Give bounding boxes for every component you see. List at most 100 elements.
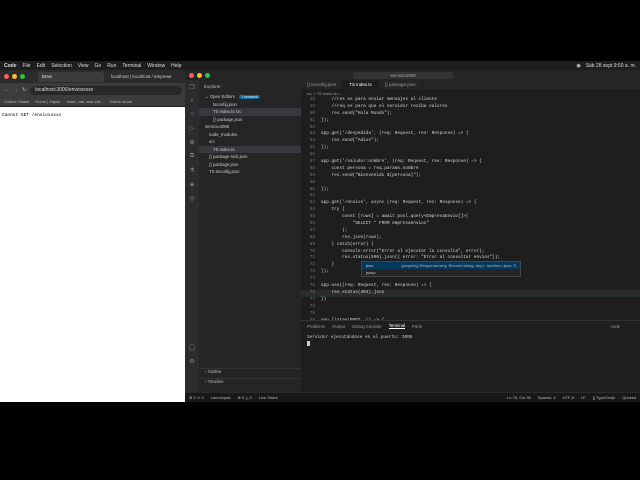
wifi-icon[interactable]: ◉ xyxy=(576,63,580,69)
code-line[interactable]: 77}) xyxy=(301,297,640,304)
code-line[interactable]: 74 xyxy=(301,276,640,283)
editor-tab-index[interactable]: TS index.ts xyxy=(343,80,379,89)
minimize-window-button[interactable] xyxy=(197,72,202,78)
menu-item-file[interactable]: File xyxy=(23,63,31,69)
editor-tab-package[interactable]: {} package.json xyxy=(379,80,423,89)
editor-tab-tsconfig[interactable]: {} tsconfig.json xyxy=(301,80,344,89)
menu-item-run[interactable]: Run xyxy=(107,63,116,69)
code-line[interactable]: 49 //req es para que el servidor reciba … xyxy=(301,104,640,111)
source-control-icon[interactable]: ⑂ xyxy=(190,112,194,118)
code-line[interactable]: 50 res.send("Hola Mundo"); xyxy=(301,111,640,118)
status-item[interactable]: Launchpad xyxy=(211,395,231,400)
code-line[interactable]: 67 ); xyxy=(301,228,640,235)
panel-tab-output[interactable]: Output xyxy=(332,324,345,329)
status-item[interactable]: ⊗ 0 △ 0 xyxy=(238,395,252,400)
suggestion-item[interactable]: json (property) Response<any, Record<str… xyxy=(362,262,520,269)
code-line[interactable]: 60 xyxy=(301,180,640,187)
code-line[interactable]: 57 app.get('/saludo/:nombre', (req: Reque… xyxy=(301,159,640,166)
docker-icon[interactable]: ◈ xyxy=(190,181,195,188)
status-item[interactable]: LF xyxy=(581,395,586,400)
tree-item[interactable]: tsconfig.json xyxy=(199,101,301,109)
code-line[interactable]: 56 xyxy=(301,152,640,159)
code-line[interactable]: 69 } catch(error) { xyxy=(301,242,640,249)
terminal-output[interactable]: Servidor ejecutándose en el puerto: 3000 xyxy=(301,331,640,350)
git-graph-icon[interactable]: ◎ xyxy=(189,195,194,202)
status-item[interactable]: Ln 76, Col 35 xyxy=(507,395,531,400)
breadcrumb[interactable]: src > TS index.ts > ... xyxy=(301,89,640,97)
code-line[interactable]: 48 //res es para enviar mensajes al clie… xyxy=(301,97,640,104)
menu-item-terminal[interactable]: Terminal xyxy=(122,63,141,69)
suggestion-item[interactable]: jsonp xyxy=(362,269,520,276)
zoom-window-button[interactable] xyxy=(205,72,210,78)
code-line[interactable]: 70 console.error("Error al ejecutar la c… xyxy=(301,249,640,256)
code-line[interactable]: 65 const [rows] = await pool.query<Empre… xyxy=(301,214,640,221)
status-item[interactable]: Spaces: 4 xyxy=(538,395,556,400)
status-item[interactable]: Live Share xyxy=(259,395,278,400)
minimize-window-button[interactable] xyxy=(12,74,17,79)
code-line[interactable]: 63 app.get('/envios', async (req: Request… xyxy=(301,200,640,207)
bookmark-item[interactable]: react, vue, and coll... xyxy=(67,99,104,104)
panel-tab-problems[interactable]: Problems xyxy=(307,324,325,329)
menu-item-window[interactable]: Window xyxy=(147,63,165,69)
menu-item-selection[interactable]: Selection xyxy=(51,63,72,69)
code-line[interactable]: 51}); xyxy=(301,118,640,125)
tree-item[interactable]: {} package-lock.json xyxy=(199,153,301,161)
reload-icon[interactable]: ↻ xyxy=(22,87,26,93)
tree-item[interactable]: TS tsconfig.json xyxy=(199,168,301,176)
panel-tab-debug-console[interactable]: Debug Console xyxy=(352,324,382,329)
tree-item[interactable]: node_modules xyxy=(199,131,301,139)
browser-tab-localhost[interactable]: localhost | localhost / emprese xyxy=(107,72,177,82)
menu-item-edit[interactable]: Edit xyxy=(37,63,46,69)
menu-item-help[interactable]: Help xyxy=(171,63,181,69)
zoom-window-button[interactable] xyxy=(20,74,25,79)
forward-arrow-icon[interactable]: → xyxy=(13,87,18,93)
bookmark-item[interactable]: Home | Zapier xyxy=(35,99,60,104)
code-line[interactable]: 76 res.status(404).json xyxy=(301,289,640,297)
remote-icon[interactable]: ⧉ xyxy=(190,153,194,160)
code-line[interactable]: 64 try { xyxy=(301,207,640,214)
terminal-shell-label[interactable]: node xyxy=(610,324,640,329)
explorer-icon[interactable]: ❐ xyxy=(189,84,194,91)
menu-item-go[interactable]: Go xyxy=(95,63,102,69)
status-item[interactable]: {} TypeScript xyxy=(593,395,616,400)
close-window-button[interactable] xyxy=(189,72,194,78)
close-window-button[interactable] xyxy=(4,74,9,79)
tree-item[interactable]: src xyxy=(199,138,301,146)
tree-item[interactable]: servicio4069 xyxy=(199,123,301,131)
search-icon[interactable]: ⌕ xyxy=(190,98,193,105)
status-item[interactable]: ⊗ 0 ⚠ 0 xyxy=(189,395,204,400)
browser-tab-error[interactable]: Error xyxy=(38,71,104,82)
code-line[interactable]: 54 res.send("Adios"); xyxy=(301,138,640,145)
code-line[interactable]: 78 xyxy=(301,304,640,311)
code-editor[interactable]: 48 //res es para enviar mensajes al clie… xyxy=(301,97,640,338)
menu-item-view[interactable]: View xyxy=(78,63,89,69)
code-line[interactable]: 79 xyxy=(301,311,640,318)
address-bar[interactable]: localhost:3000/envioxxxxx xyxy=(30,85,182,95)
code-line[interactable]: 53 app.get('/despedida', (req: Request, r… xyxy=(301,131,640,138)
clock[interactable]: Sáb 28 sept 9:50 a. m. xyxy=(586,63,636,69)
tree-item[interactable]: {} package.json xyxy=(199,116,301,124)
code-line[interactable]: 55}); xyxy=(301,145,640,152)
timeline-section[interactable]: › Timeline xyxy=(199,378,301,384)
code-line[interactable]: 75 app.use((req: Request, res: Response) … xyxy=(301,283,640,290)
back-arrow-icon[interactable]: ← xyxy=(4,87,9,93)
code-line[interactable]: 52 xyxy=(301,125,640,132)
code-line[interactable]: 58 const persona = req.params.nombre xyxy=(301,166,640,173)
account-icon[interactable]: ◯ xyxy=(189,344,196,351)
testing-icon[interactable]: ⚗ xyxy=(189,167,194,174)
tree-item[interactable]: {} package.json xyxy=(199,161,301,169)
code-line[interactable]: 61}); xyxy=(301,187,640,194)
command-center-search[interactable]: servicio4069 xyxy=(353,71,453,79)
code-line[interactable]: 59 res.send("Bienvenido ${persona}"); xyxy=(301,173,640,180)
menu-item-code[interactable]: Code xyxy=(4,63,17,69)
code-line[interactable]: 62 xyxy=(301,193,640,200)
status-item[interactable]: Quokka xyxy=(622,395,636,400)
extensions-icon[interactable]: ⊞ xyxy=(189,139,194,146)
code-line[interactable]: 66 "SELECT * FROM empresaenvios" xyxy=(301,221,640,228)
outline-section[interactable]: › Outline xyxy=(199,368,301,374)
run-debug-icon[interactable]: ▷ xyxy=(190,125,195,132)
panel-tab-terminal[interactable]: Terminal xyxy=(388,323,405,329)
gear-icon[interactable]: ⚙ xyxy=(189,358,194,365)
bookmark-item[interactable]: Culture Shake xyxy=(4,99,29,104)
tree-item[interactable]: TS index.ts src xyxy=(199,108,301,116)
